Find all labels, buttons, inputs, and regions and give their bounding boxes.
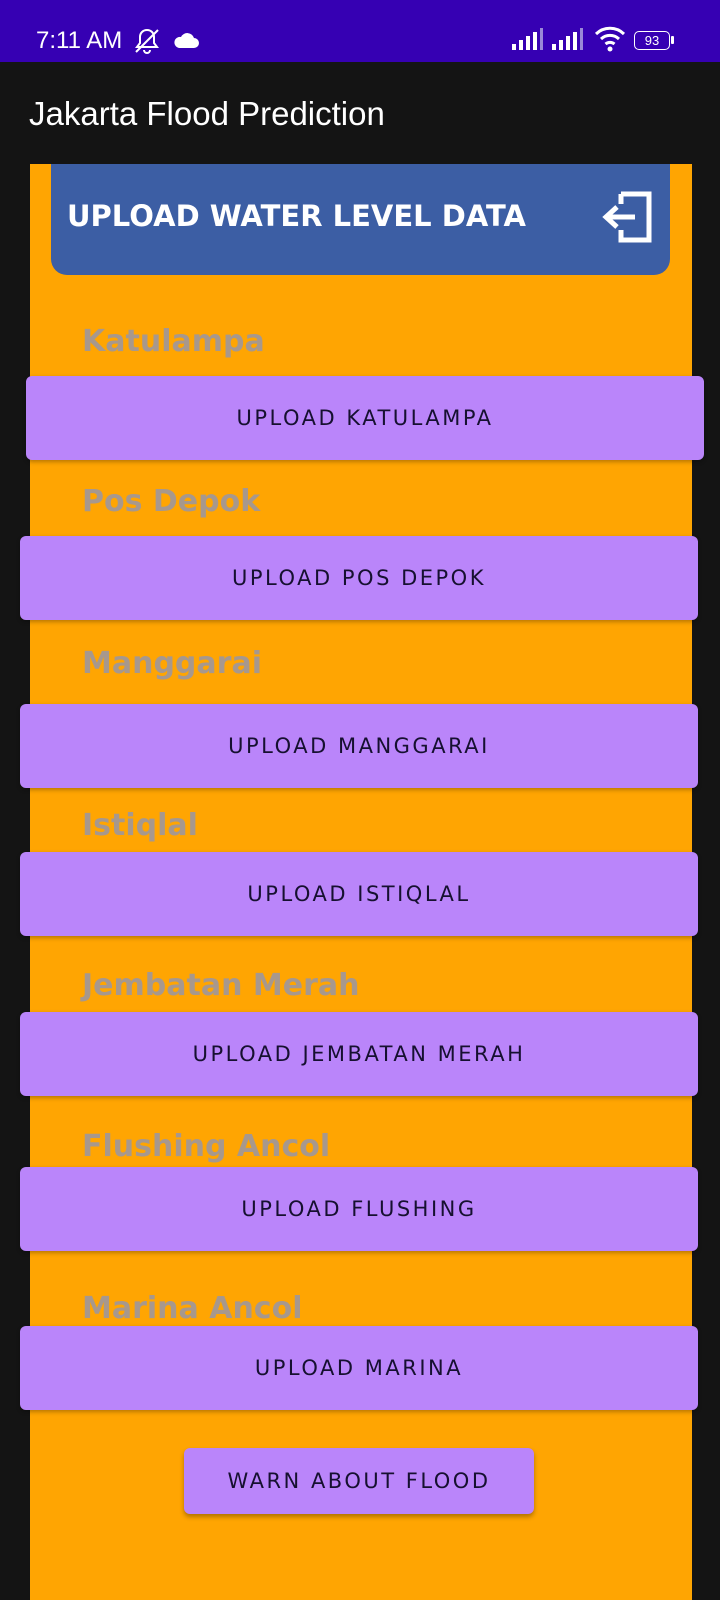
station-label-jembatan-merah: Jembatan Merah <box>82 968 360 1003</box>
upload-flushing-button[interactable]: UPLOAD FLUSHING <box>20 1167 698 1251</box>
warn-about-flood-button[interactable]: WARN ABOUT FLOOD <box>184 1448 534 1514</box>
battery-icon: 93 <box>634 31 674 50</box>
upload-katulampa-button[interactable]: UPLOAD KATULAMPA <box>26 376 704 460</box>
cloud-icon <box>174 33 199 48</box>
upload-marina-button[interactable]: UPLOAD MARINA <box>20 1326 698 1410</box>
signal-icon <box>552 28 583 50</box>
station-label-istiqlal: Istiqlal <box>82 808 198 843</box>
logout-icon[interactable] <box>599 188 655 246</box>
status-bar: 7:11 AM 93 <box>0 0 720 62</box>
battery-level: 93 <box>644 33 660 48</box>
upload-manggarai-button[interactable]: UPLOAD MANGGARAI <box>20 704 698 788</box>
header-title: UPLOAD WATER LEVEL DATA <box>67 199 526 233</box>
upload-header-card: UPLOAD WATER LEVEL DATA <box>51 164 670 275</box>
upload-pos-depok-button[interactable]: UPLOAD POS DEPOK <box>20 536 698 620</box>
upload-jembatan-merah-button[interactable]: UPLOAD JEMBATAN MERAH <box>20 1012 698 1096</box>
station-label-flushing-ancol: Flushing Ancol <box>82 1129 331 1164</box>
wifi-icon <box>594 26 626 52</box>
station-label-katulampa: Katulampa <box>82 324 265 359</box>
station-label-manggarai: Manggarai <box>82 646 262 681</box>
upload-istiqlal-button[interactable]: UPLOAD ISTIQLAL <box>20 852 698 936</box>
app-title: Jakarta Flood Prediction <box>29 95 385 132</box>
app-bar: Jakarta Flood Prediction <box>0 62 720 164</box>
signal-icon <box>512 28 543 50</box>
station-label-pos-depok: Pos Depok <box>82 484 261 519</box>
status-time: 7:11 AM <box>36 27 123 54</box>
station-label-marina-ancol: Marina Ancol <box>82 1291 303 1326</box>
mute-icon <box>135 28 159 54</box>
